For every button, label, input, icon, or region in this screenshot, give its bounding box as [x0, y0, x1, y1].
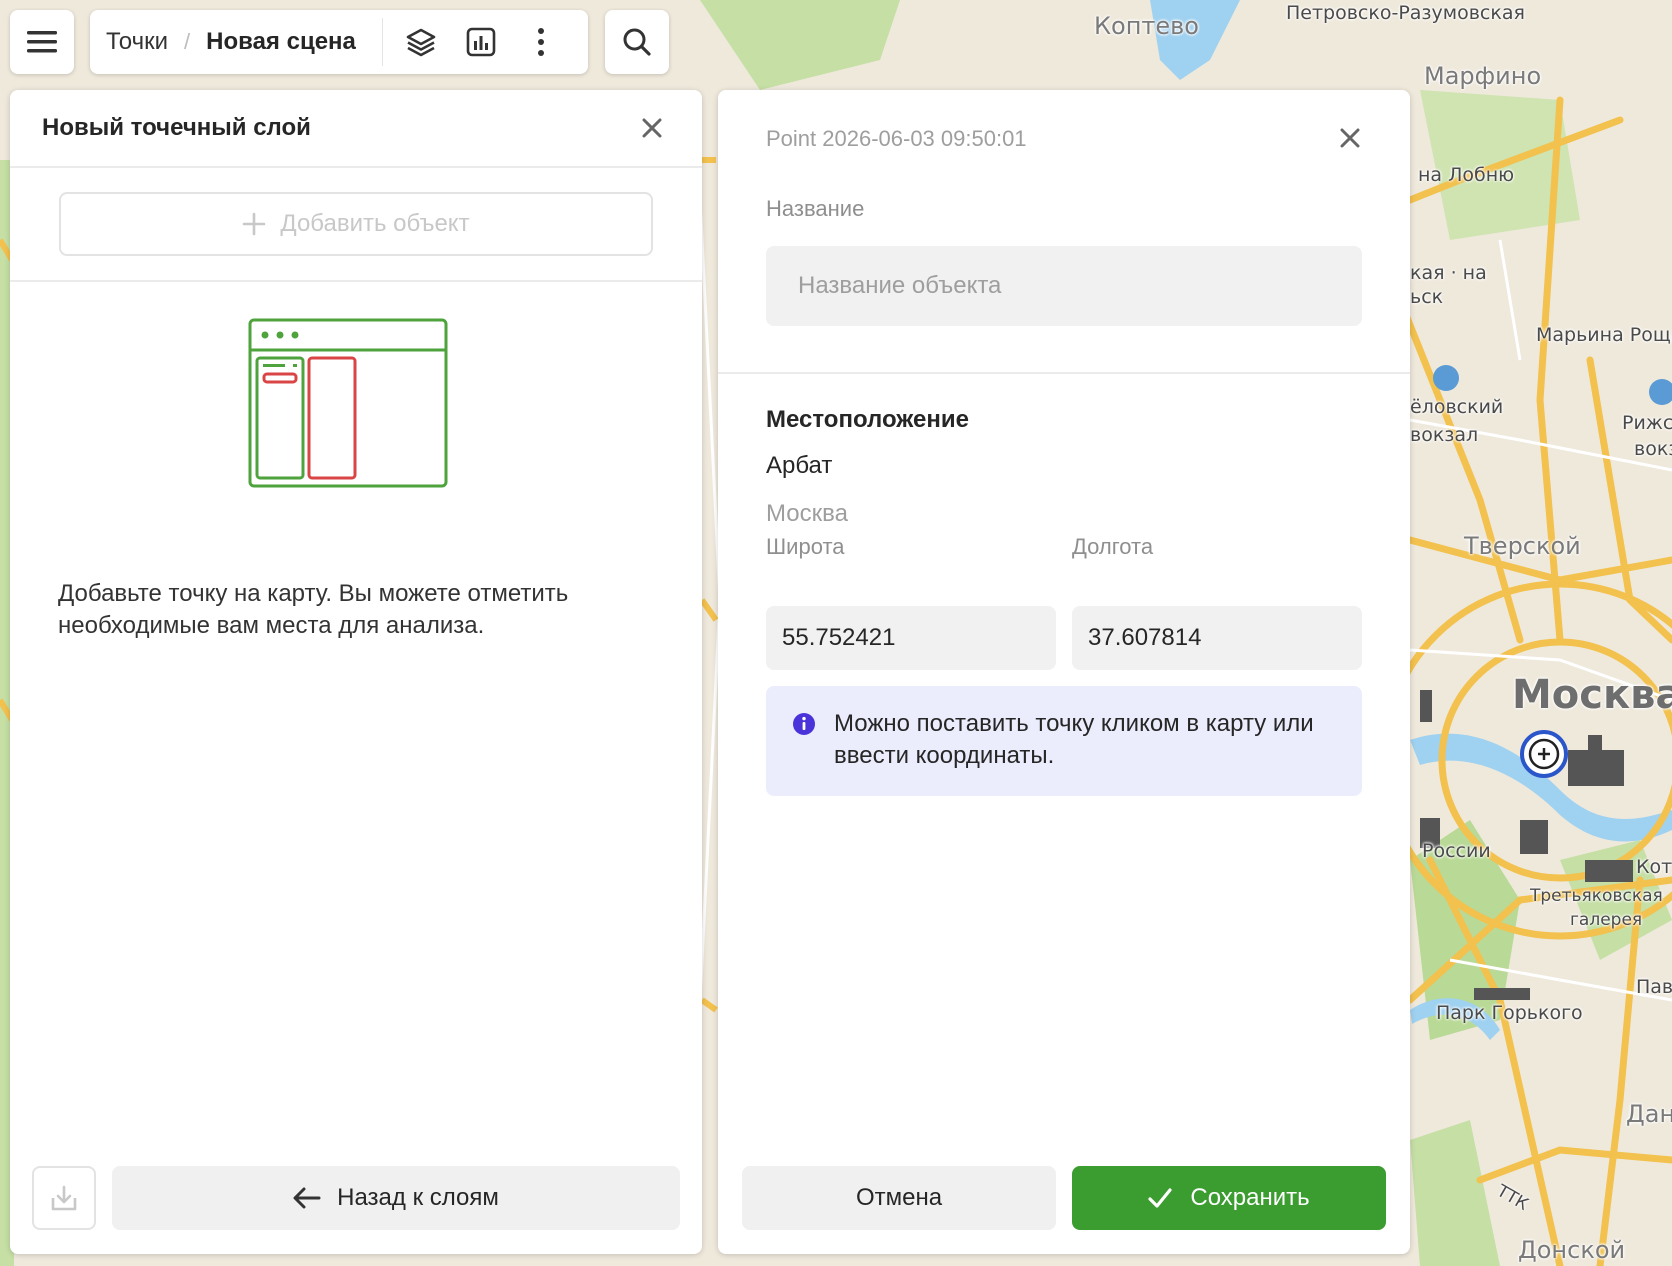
map-label: Донской — [1518, 1236, 1626, 1264]
add-object-row: Добавить объект — [10, 168, 702, 282]
location-heading: Местоположение — [766, 406, 969, 433]
coordinates-hint: Можно поставить точку кликом в карту или… — [766, 686, 1362, 796]
map-label: Тверской — [1464, 532, 1581, 560]
map-label: ёловский — [1410, 396, 1504, 418]
menu-button[interactable] — [10, 10, 74, 74]
map-label: России — [1422, 840, 1491, 862]
back-to-layers-button[interactable]: Назад к слоям — [112, 1166, 680, 1230]
name-label: Название — [766, 196, 865, 221]
close-layer-panel-button[interactable] — [634, 110, 670, 146]
map-label: вокзал — [1410, 424, 1479, 446]
close-point-editor-button[interactable] — [1332, 120, 1368, 156]
save-label: Сохранить — [1190, 1184, 1310, 1211]
download-button[interactable] — [32, 1166, 96, 1230]
map-label: ьск — [1410, 286, 1444, 308]
search-button[interactable] — [605, 10, 669, 74]
cancel-button[interactable]: Отмена — [742, 1166, 1056, 1230]
map-label: Марьина Роща — [1536, 324, 1672, 346]
breadcrumb-root[interactable]: Точки — [106, 28, 168, 56]
chart-icon — [466, 27, 496, 57]
longitude-label: Долгота — [1072, 534, 1154, 559]
section-divider — [718, 372, 1410, 374]
add-object-label: Добавить объект — [280, 210, 470, 237]
layer-panel-footer: Назад к слоям — [32, 1166, 680, 1230]
map-label: Петровско-Разумовская — [1286, 2, 1525, 24]
toolbar-divider — [381, 18, 383, 66]
map-label: Третьяковская — [1530, 886, 1663, 906]
check-icon — [1148, 1188, 1172, 1208]
location-name: Арбат — [766, 452, 833, 479]
hint-text: Можно поставить точку кликом в карту или… — [834, 710, 1314, 769]
more-vertical-icon — [537, 28, 544, 56]
latitude-label: Широта — [766, 534, 845, 559]
close-icon — [1340, 128, 1360, 148]
name-input[interactable]: Название объекта — [766, 246, 1362, 326]
layer-panel: Новый точечный слой Добавить объект Доба… — [10, 90, 702, 1254]
map-label: на Лобню — [1418, 164, 1515, 186]
map-label: Москва — [1512, 672, 1672, 718]
map-label: Коптево — [1094, 12, 1199, 40]
close-icon — [642, 118, 662, 138]
layers-button[interactable] — [391, 12, 451, 72]
arrow-left-icon — [293, 1187, 321, 1209]
empty-layer-illustration — [248, 318, 448, 488]
empty-layer-text: Добавьте точку на карту. Вы можете отмет… — [58, 580, 569, 639]
map-label: Пав — [1636, 976, 1672, 998]
download-icon — [51, 1185, 77, 1211]
map-label: Рижс — [1622, 412, 1672, 434]
breadcrumb-separator: / — [184, 29, 191, 54]
point-title: Point 2026-06-03 09:50:01 — [766, 126, 1027, 151]
hamburger-icon — [27, 31, 57, 53]
save-button[interactable]: Сохранить — [1072, 1166, 1386, 1230]
breadcrumb-current[interactable]: Новая сцена — [206, 28, 356, 56]
map-label: кая · на — [1410, 262, 1487, 284]
map-label: Марфино — [1424, 62, 1542, 90]
info-icon — [793, 713, 815, 735]
map-label: Кот — [1636, 856, 1672, 878]
map-label: галерея — [1570, 910, 1643, 930]
longitude-input[interactable]: 37.607814 — [1072, 606, 1362, 670]
layers-icon — [406, 28, 436, 57]
chart-button[interactable] — [451, 12, 511, 72]
map-label: Парк Горького — [1436, 1002, 1583, 1024]
back-to-layers-label: Назад к слоям — [337, 1184, 499, 1211]
location-city: Москва — [766, 500, 848, 527]
search-icon — [623, 28, 651, 56]
add-object-button[interactable]: Добавить объект — [59, 192, 653, 256]
latitude-input[interactable]: 55.752421 — [766, 606, 1056, 670]
map-pin-plus-icon — [1520, 730, 1568, 778]
map-label: Дан — [1626, 1100, 1672, 1128]
layer-panel-header: Новый точечный слой — [10, 90, 702, 168]
scene-toolbar: Точки / Новая сцена — [90, 10, 588, 74]
plus-icon — [243, 212, 266, 236]
map-label: вокз — [1634, 438, 1672, 460]
layer-panel-title: Новый точечный слой — [42, 114, 311, 141]
more-button[interactable] — [511, 12, 571, 72]
point-editor-panel: Point 2026-06-03 09:50:01 Название Назва… — [718, 90, 1410, 1254]
